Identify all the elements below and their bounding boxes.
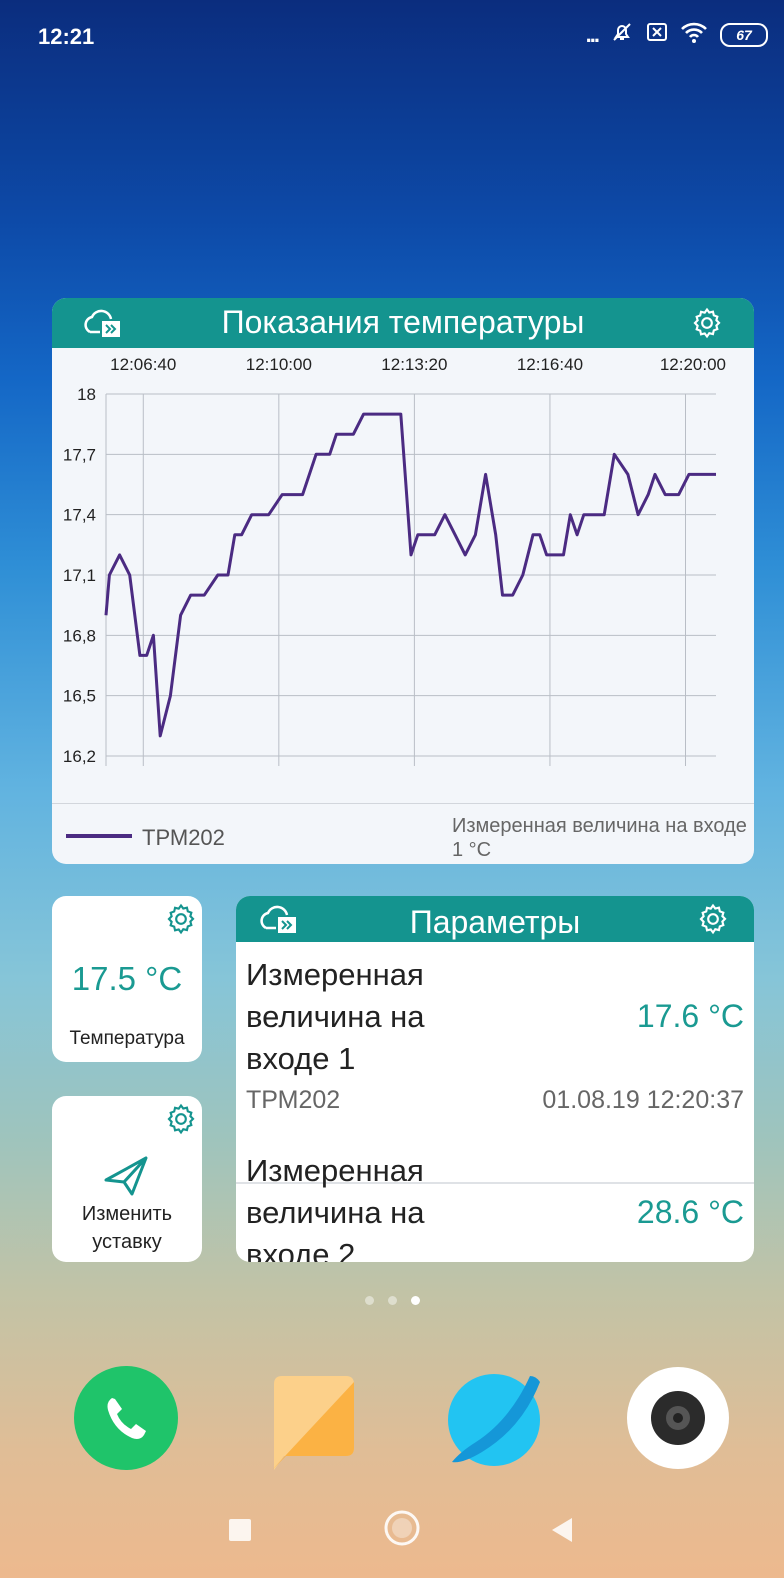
- camera-app[interactable]: [626, 1366, 730, 1470]
- more-dots-icon: ...: [585, 21, 600, 47]
- camera-icon: [627, 1367, 729, 1469]
- x-tick-label: 12:06:40: [110, 355, 176, 374]
- messages-icon: [272, 1376, 354, 1470]
- back-triangle-icon: [552, 1518, 572, 1542]
- home-circle-icon: [384, 1510, 420, 1546]
- legend-description: Измеренная величина на входе 1 °C: [452, 815, 747, 861]
- recents-button[interactable]: [228, 1518, 252, 1547]
- gear-icon[interactable]: [696, 902, 730, 936]
- parameter-name: Измеренная величина на входе 2: [246, 1150, 486, 1262]
- parameter-name-line: входе 2: [246, 1237, 356, 1262]
- y-tick-label: 16,8: [63, 626, 96, 645]
- temperature-chart: 12:06:40 12:10:00 12:13:20 12:16:40 12:20:00…: [63, 355, 726, 766]
- browser-app[interactable]: [444, 1366, 548, 1470]
- y-tick-label: 16,5: [63, 687, 96, 706]
- parameter-name-line: Измеренная: [246, 1153, 424, 1188]
- y-tick-label: 18: [77, 385, 96, 404]
- wifi-icon: [680, 20, 708, 49]
- page-indicator: [0, 1296, 784, 1305]
- parameters-widget-header: Параметры: [236, 896, 754, 942]
- parameters-title: Параметры: [409, 904, 581, 940]
- legend-series-name: ТРМ202: [142, 825, 225, 850]
- x-tick-label: 12:10:00: [246, 355, 312, 374]
- parameter-name-line: входе 1: [246, 1041, 356, 1076]
- page-dot[interactable]: [387, 1296, 397, 1305]
- x-tick-label: 12:16:40: [517, 355, 583, 374]
- phone-icon: [74, 1366, 178, 1470]
- temperature-label: Температура: [69, 1028, 185, 1049]
- gear-icon[interactable]: [164, 1102, 198, 1136]
- x-tick-label: 12:13:20: [381, 355, 447, 374]
- y-tick-label: 16,2: [63, 747, 96, 766]
- y-tick-label: 17,1: [63, 566, 96, 585]
- status-icons: ... 67: [586, 20, 768, 49]
- navigation-bar: [0, 1500, 784, 1570]
- parameter-name: Измеренная величина на входе 1: [246, 954, 486, 1080]
- gear-icon[interactable]: [690, 306, 724, 340]
- parameter-value: 17.6 °C: [636, 998, 744, 1034]
- change-setpoint-widget[interactable]: Изменить уставку: [52, 1096, 202, 1262]
- temperature-value: 17.5 °C: [71, 960, 183, 997]
- status-time: 12:21: [38, 24, 95, 49]
- chart-widget-header: Показания температуры: [52, 298, 754, 348]
- status-bar: 12:21 ... 67: [0, 0, 784, 70]
- temperature-chart-widget[interactable]: Показания температуры 12:06:40 12:10:00 12…: [52, 298, 754, 864]
- setpoint-label-line1: Изменить: [81, 1203, 173, 1225]
- parameter-name-line: Измеренная: [246, 957, 424, 992]
- setpoint-label: Изменить уставку: [52, 1200, 202, 1256]
- x-tick-label: 12:20:00: [660, 355, 726, 374]
- square-icon: [229, 1519, 251, 1541]
- parameter-name-line: величина на: [246, 999, 425, 1034]
- page-dot[interactable]: [364, 1296, 374, 1305]
- parameters-widget[interactable]: Параметры Измеренная величина на входе 1…: [236, 896, 754, 1262]
- setpoint-label-line2: уставку: [92, 1231, 162, 1253]
- battery-icon: 67: [720, 22, 768, 47]
- chart-legend: ТРМ202 Измеренная величина на входе 1 °C: [52, 803, 754, 864]
- parameter-name-line: величина на: [246, 1195, 425, 1230]
- chart-widget-title: Показания температуры: [221, 304, 585, 340]
- temperature-widget[interactable]: 17.5 °C Температура: [52, 896, 202, 1062]
- messages-app[interactable]: [266, 1366, 370, 1470]
- browser-icon: [448, 1374, 540, 1466]
- back-button[interactable]: [550, 1516, 574, 1549]
- parameter-row[interactable]: Измеренная величина на входе 2 28.6 °C: [236, 1142, 754, 1262]
- gear-icon[interactable]: [164, 902, 198, 936]
- parameter-device: ТРМ202: [246, 1086, 341, 1114]
- legend-swatch: [66, 834, 132, 838]
- parameter-timestamp: 01.08.19 12:20:37: [542, 1086, 744, 1114]
- y-tick-label: 17,4: [63, 506, 96, 525]
- y-tick-label: 17,7: [63, 445, 96, 464]
- sim-x-icon: [646, 21, 668, 48]
- send-icon: [102, 1154, 150, 1203]
- bell-off-icon: [610, 20, 634, 49]
- phone-app[interactable]: [74, 1366, 178, 1470]
- page-dot-active[interactable]: [410, 1296, 420, 1305]
- home-button[interactable]: [384, 1510, 420, 1551]
- parameter-value: 28.6 °C: [636, 1194, 744, 1230]
